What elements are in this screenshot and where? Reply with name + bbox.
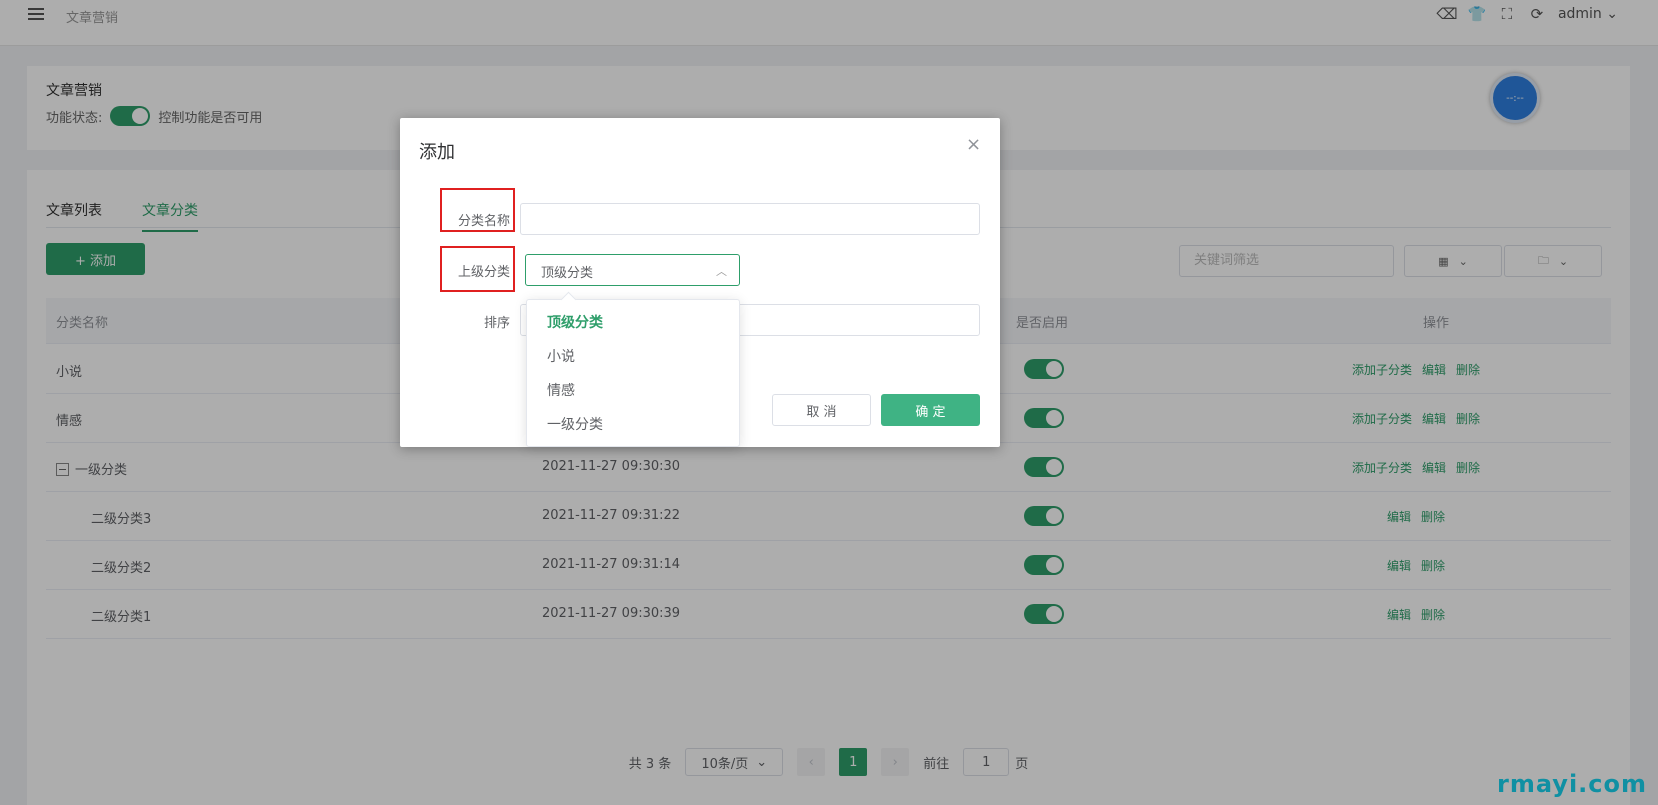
option-novel[interactable]: 小说 bbox=[527, 340, 739, 374]
name-label: 分类名称 bbox=[457, 214, 510, 229]
cancel-button[interactable]: 取 消 bbox=[772, 394, 871, 426]
close-icon[interactable]: × bbox=[966, 134, 981, 155]
parent-category-select[interactable]: 顶级分类 ︿ bbox=[525, 254, 740, 286]
parent-label: 上级分类 bbox=[457, 265, 510, 280]
chevron-up-icon: ︿ bbox=[716, 265, 727, 278]
parent-select-value: 顶级分类 bbox=[541, 266, 594, 281]
option-first-level[interactable]: 一级分类 bbox=[527, 408, 739, 442]
dialog-title: 添加 bbox=[419, 142, 455, 163]
option-emotion[interactable]: 情感 bbox=[527, 374, 739, 408]
category-name-input[interactable] bbox=[520, 203, 980, 235]
option-top-level[interactable]: 顶级分类 bbox=[527, 306, 739, 340]
sort-label: 排序 bbox=[483, 316, 510, 331]
parent-category-dropdown: 顶级分类 小说 情感 一级分类 bbox=[526, 299, 740, 447]
confirm-button[interactable]: 确 定 bbox=[881, 394, 980, 426]
